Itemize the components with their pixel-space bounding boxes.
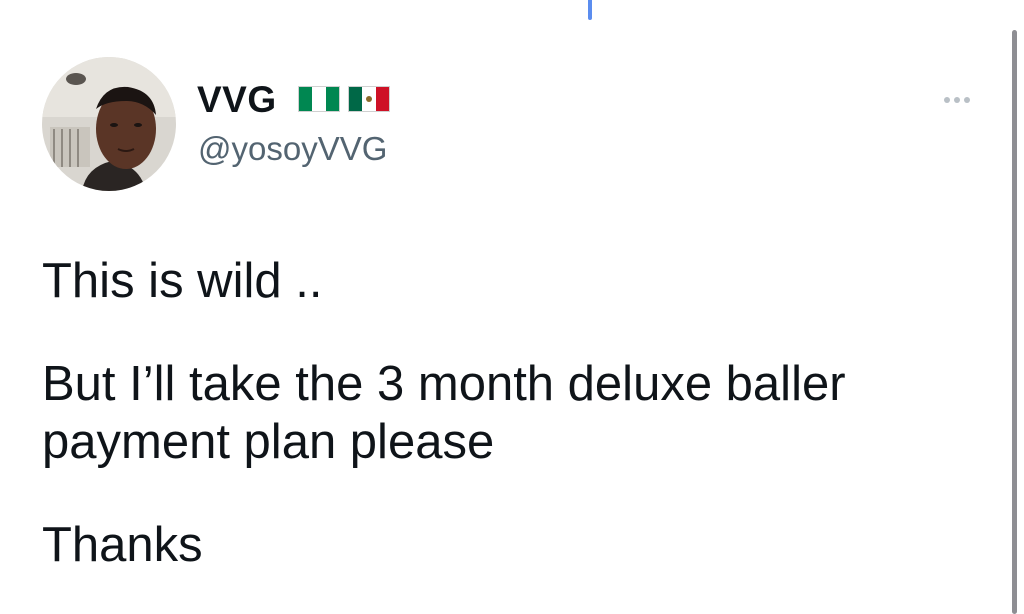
author-handle[interactable]: @yosoyVVG bbox=[198, 130, 387, 168]
avatar-photo bbox=[42, 57, 176, 191]
nigeria-flag-icon bbox=[298, 86, 340, 112]
author-flags bbox=[298, 86, 390, 112]
more-horizontal-icon bbox=[954, 97, 960, 103]
more-options-button[interactable] bbox=[935, 90, 979, 110]
author-display-name[interactable]: VVG bbox=[197, 80, 277, 120]
more-horizontal-icon bbox=[964, 97, 970, 103]
tweet-paragraph: But I’ll take the 3 month deluxe baller … bbox=[42, 357, 846, 469]
tweet-paragraph: Thanks bbox=[42, 518, 203, 572]
mexico-flag-icon bbox=[348, 86, 390, 112]
tweet-paragraph: This is wild .. bbox=[42, 254, 323, 308]
avatar[interactable] bbox=[42, 57, 176, 191]
more-horizontal-icon bbox=[944, 97, 950, 103]
scroll-position-marker bbox=[588, 0, 592, 20]
scrollbar[interactable] bbox=[1012, 30, 1017, 614]
